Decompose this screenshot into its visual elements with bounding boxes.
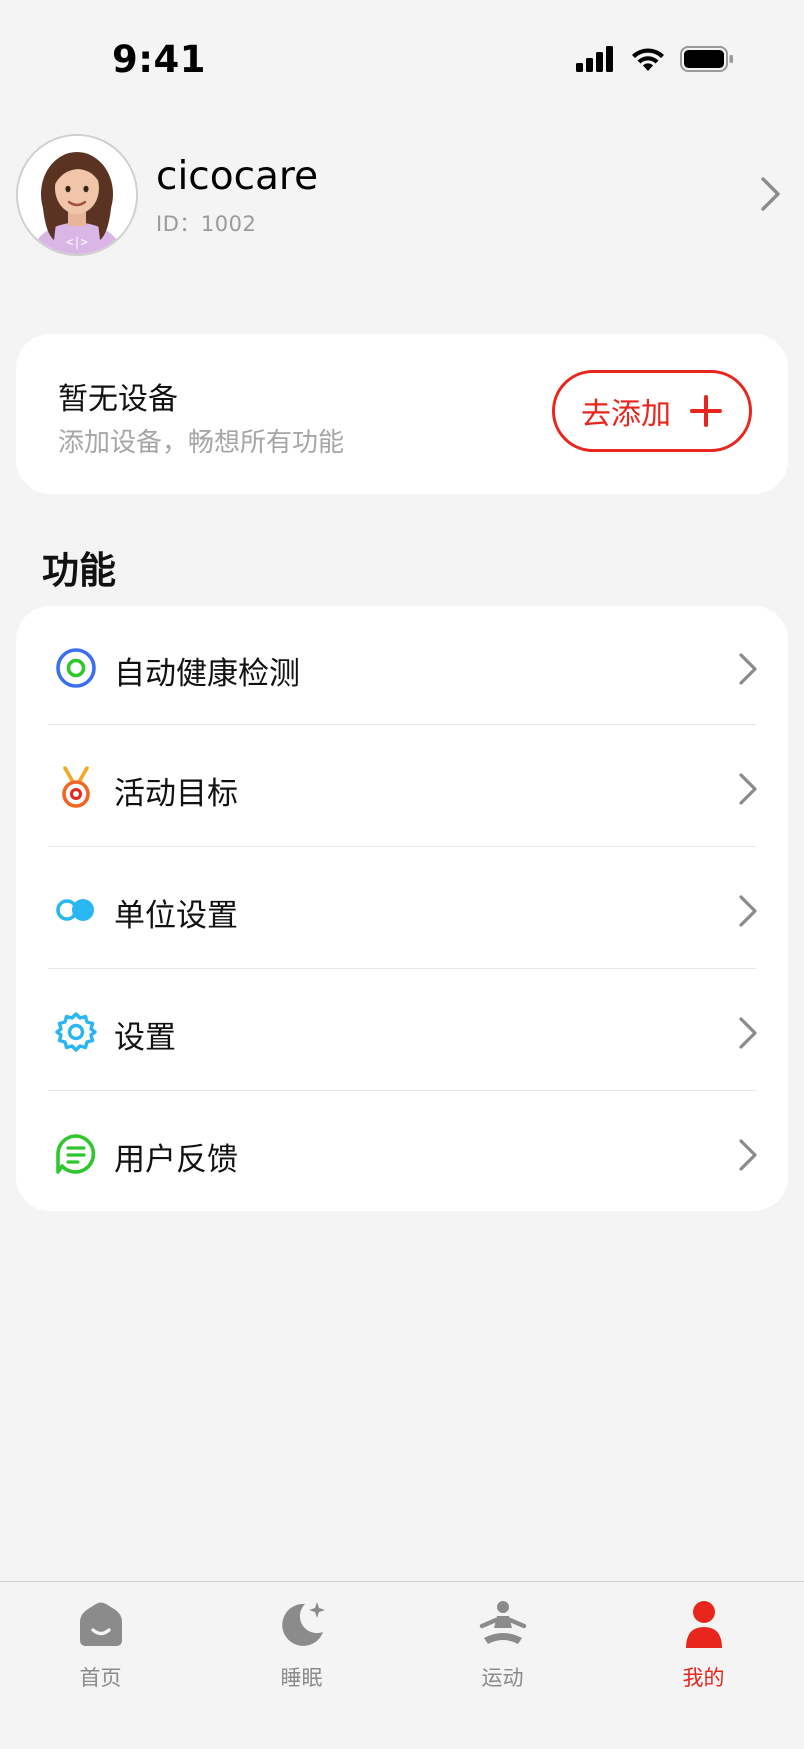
username: cicocare [156, 154, 319, 199]
battery-icon [680, 46, 733, 72]
divider [48, 968, 756, 969]
divider [48, 724, 756, 725]
user-id: ID：1002 [156, 212, 257, 236]
feature-row-feedback[interactable]: 用户反馈 [16, 1092, 788, 1212]
device-title: 暂无设备 [58, 382, 178, 417]
tab-home[interactable]: 首页 [0, 1582, 201, 1702]
feedback-icon [56, 1134, 96, 1174]
tab-sleep[interactable]: 睡眠 [201, 1582, 402, 1702]
chevron-right-icon [739, 653, 757, 685]
chevron-right-icon [739, 1139, 757, 1171]
plus-icon [690, 395, 722, 427]
feature-row-activity-goal[interactable]: 活动目标 [16, 726, 788, 846]
chevron-right-icon [739, 895, 757, 927]
feature-row-health-check[interactable]: 自动健康检测 [16, 606, 788, 726]
status-icons [576, 46, 734, 72]
divider [48, 846, 756, 847]
tab-exercise[interactable]: 运动 [402, 1582, 603, 1702]
feature-label: 用户反馈 [114, 1142, 238, 1178]
divider [48, 1090, 756, 1091]
medal-icon [62, 766, 90, 808]
feature-label: 自动健康检测 [114, 656, 300, 692]
chevron-right-icon [739, 773, 757, 805]
section-title: 功能 [42, 549, 116, 592]
home-icon [79, 1602, 122, 1646]
tab-label: 我的 [682, 1666, 725, 1690]
feature-label: 活动目标 [114, 776, 238, 812]
signal-icon [576, 46, 613, 72]
health-check-icon [56, 648, 96, 688]
feature-label: 单位设置 [114, 898, 238, 934]
exercise-icon [479, 1601, 526, 1644]
tab-me[interactable]: 我的 [603, 1582, 804, 1702]
tab-label: 首页 [79, 1666, 122, 1690]
user-avatar-icon[interactable]: <|> [16, 134, 138, 256]
chevron-right-icon [739, 1017, 757, 1049]
status-time: 9:41 [112, 38, 207, 81]
moon-icon [281, 1602, 325, 1646]
device-subtitle: 添加设备，畅想所有功能 [58, 428, 345, 458]
tab-bar: 首页 睡眠 运动 我的 [0, 1581, 804, 1749]
tab-label: 运动 [481, 1666, 524, 1690]
add-device-button[interactable]: 去添加 [552, 370, 752, 452]
device-card: 暂无设备 添加设备，畅想所有功能 去添加 [16, 334, 788, 494]
chevron-right-icon[interactable] [760, 176, 782, 212]
person-icon [685, 1601, 722, 1648]
toggle-icon [56, 899, 94, 921]
wifi-icon [632, 48, 664, 71]
feature-label: 设置 [114, 1020, 176, 1056]
gear-icon [55, 1012, 97, 1052]
features-card: 自动健康检测 活动目标 单位设置 设置 用户反馈 [16, 606, 788, 1211]
add-device-label: 去添加 [581, 397, 671, 432]
tab-label: 睡眠 [280, 1666, 323, 1690]
status-bar: 9:41 [0, 0, 804, 130]
profile-header[interactable]: <|> cicocare ID：1002 [16, 134, 788, 256]
feature-row-unit-settings[interactable]: 单位设置 [16, 848, 788, 968]
feature-row-settings[interactable]: 设置 [16, 970, 788, 1090]
svg-text:<|>: <|> [66, 235, 88, 249]
